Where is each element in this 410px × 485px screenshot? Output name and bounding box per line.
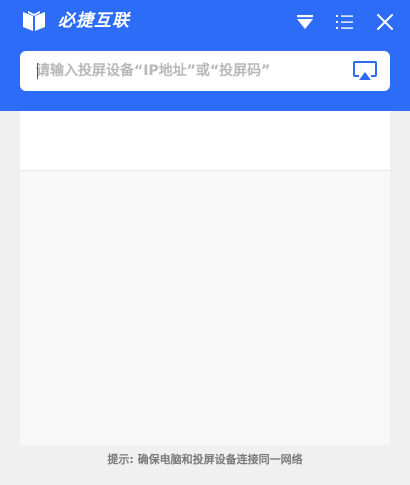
- book-logo-icon: [22, 10, 46, 32]
- network-hint-text: 提示: 确保电脑和投屏设备连接同一网络: [107, 453, 303, 466]
- result-header-panel: [20, 111, 390, 171]
- device-address-input[interactable]: [36, 51, 346, 91]
- filter-button[interactable]: [294, 11, 316, 33]
- screen-cast-icon: [352, 61, 378, 86]
- device-list: [20, 171, 390, 445]
- title-bar: 必捷互联: [0, 0, 410, 111]
- close-icon: [374, 11, 396, 33]
- text-caret: [37, 63, 38, 79]
- menu-list-icon: [334, 11, 356, 33]
- menu-button[interactable]: [334, 11, 356, 33]
- filter-funnel-icon: [294, 11, 316, 33]
- cast-button[interactable]: [352, 60, 378, 82]
- search-bar: [20, 51, 390, 91]
- close-button[interactable]: [374, 11, 396, 33]
- app-title: 必捷互联: [58, 11, 130, 31]
